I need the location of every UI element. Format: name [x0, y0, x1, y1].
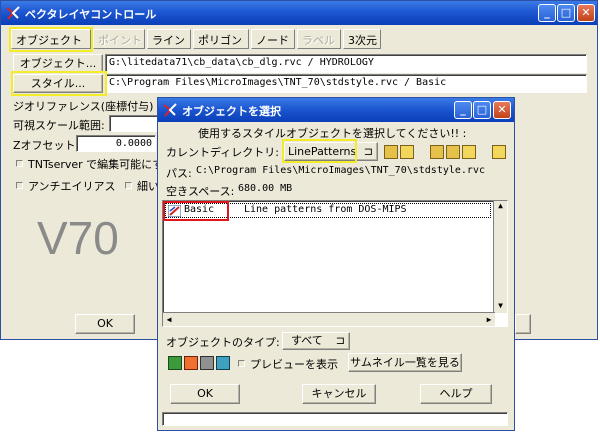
- z-offset-field[interactable]: 0.0000: [76, 135, 156, 152]
- object-type-value: すべて: [291, 334, 323, 347]
- dialog-cancel-button[interactable]: キャンセル: [302, 384, 376, 404]
- dialog-help-button[interactable]: ヘルプ: [420, 384, 492, 404]
- line-style-icon: [168, 205, 181, 217]
- preview-checkbox[interactable]: [238, 360, 245, 367]
- style-path-field[interactable]: C:\Program Files\MicroImages\TNT_70\stds…: [105, 74, 587, 93]
- main-ok-button[interactable]: OK: [75, 314, 135, 334]
- list-item-name: Basic: [184, 204, 215, 215]
- object-select-button[interactable]: オブジェクト...: [13, 54, 103, 73]
- thin-checkbox[interactable]: [125, 182, 132, 189]
- visible-scale-field[interactable]: [109, 115, 159, 132]
- path-label: パス:: [166, 167, 192, 180]
- dialog-ok-button[interactable]: OK: [170, 384, 240, 404]
- scroll-left-icon[interactable]: ◀: [163, 313, 175, 326]
- main-help-button-partial[interactable]: [515, 314, 531, 334]
- close-icon[interactable]: ✕: [577, 4, 595, 22]
- arrow-right-icon[interactable]: [492, 145, 506, 159]
- tnt-app-icon: [163, 103, 177, 117]
- list-item[interactable]: Basic Line patterns from DOS-MIPS: [165, 203, 491, 218]
- tntserver-checkbox[interactable]: [16, 160, 23, 167]
- folder-new-icon[interactable]: [430, 145, 444, 159]
- tab-polygon[interactable]: ポリゴン: [193, 29, 249, 49]
- thumbnail-list-button[interactable]: サムネイル一覧を見る: [348, 353, 462, 372]
- horizontal-scrollbar[interactable]: ◀ ▶: [163, 312, 495, 326]
- tab-object[interactable]: オブジェクト: [11, 29, 91, 49]
- georeference-label: ジオリファレンス(座標付与): [13, 100, 154, 113]
- chevron-down-icon: ⊐: [335, 334, 345, 347]
- free-space-label: 空きスペース:: [166, 185, 235, 198]
- object-list[interactable]: Basic Line patterns from DOS-MIPS ▲ ▼ ◀ …: [162, 200, 508, 327]
- style-select-button[interactable]: スタイル...: [13, 74, 103, 93]
- antialias-checkbox[interactable]: [16, 182, 23, 189]
- dialog-title: オブジェクトを選択: [182, 105, 281, 118]
- dialog-prompt: 使用するスタイルオブジェクトを選択してください!! :: [198, 127, 467, 140]
- maximize-icon[interactable]: □: [473, 101, 491, 119]
- cad-filter-icon[interactable]: [200, 356, 214, 370]
- scroll-up-icon[interactable]: ▲: [494, 201, 507, 213]
- chevron-down-icon: ⊐: [363, 145, 373, 158]
- folder-star-icon[interactable]: [462, 145, 476, 159]
- dialog-status-bar: [162, 412, 508, 426]
- current-directory-value: LinePatterns: [288, 145, 357, 158]
- dir-toolbar: [384, 145, 506, 159]
- minimize-icon[interactable]: _: [538, 4, 556, 22]
- z-offset-label: Zオフセット:: [13, 139, 80, 152]
- preview-label: プレビューを表示: [250, 358, 338, 371]
- vertical-scrollbar[interactable]: ▲ ▼: [493, 201, 507, 313]
- v70-watermark: V70: [37, 212, 119, 264]
- tab-3d[interactable]: 3次元: [343, 29, 381, 49]
- tntserver-label: TNTserver で編集可能にす: [28, 158, 164, 171]
- object-path-field[interactable]: G:\litedata71\cb_data\cb_dlg.rvc / HYDRO…: [105, 54, 587, 73]
- scroll-right-icon[interactable]: ▶: [483, 313, 495, 326]
- raster-filter-icon[interactable]: [168, 356, 182, 370]
- tnt-app-icon: [6, 6, 20, 20]
- minimize-icon[interactable]: _: [454, 101, 472, 119]
- visible-scale-label: 可視スケール範囲:: [13, 119, 105, 132]
- tab-line[interactable]: ライン: [147, 29, 191, 49]
- select-object-dialog: オブジェクトを選択 _ □ ✕ 使用するスタイルオブジェクトを選択してください!…: [157, 97, 515, 431]
- list-item-description: Line patterns from DOS-MIPS: [244, 204, 407, 215]
- folder-list-icon[interactable]: [446, 145, 460, 159]
- object-type-dropdown[interactable]: すべて ⊐: [282, 332, 350, 350]
- folder-up-icon[interactable]: [384, 145, 398, 159]
- path-value: C:\Program Files\MicroImages\TNT_70\stds…: [196, 165, 485, 176]
- main-window-title: ベクタレイヤコントロール: [25, 8, 157, 21]
- antialias-label: アンチエイリアス: [28, 180, 116, 193]
- dialog-titlebar[interactable]: オブジェクトを選択 _ □ ✕: [158, 98, 514, 122]
- scroll-down-icon[interactable]: ▼: [494, 301, 507, 313]
- free-space-value: 680.00 MB: [238, 183, 293, 194]
- thin-label: 細い: [137, 180, 159, 193]
- folder-open-icon[interactable]: [400, 145, 414, 159]
- vector-filter-icon[interactable]: [184, 356, 198, 370]
- object-type-label: オブジェクトのタイプ:: [166, 336, 280, 349]
- current-directory-label: カレントディレクトリ:: [166, 146, 279, 159]
- tab-label[interactable]: ラベル: [297, 29, 341, 49]
- main-titlebar[interactable]: ベクタレイヤコントロール _ □ ✕: [1, 1, 597, 25]
- tab-node[interactable]: ノード: [251, 29, 295, 49]
- database-filter-icon[interactable]: [216, 356, 230, 370]
- close-icon[interactable]: ✕: [493, 101, 511, 119]
- current-directory-dropdown[interactable]: LinePatterns ⊐: [284, 142, 378, 161]
- maximize-icon[interactable]: □: [557, 4, 575, 22]
- tab-point[interactable]: ポイント: [93, 29, 145, 49]
